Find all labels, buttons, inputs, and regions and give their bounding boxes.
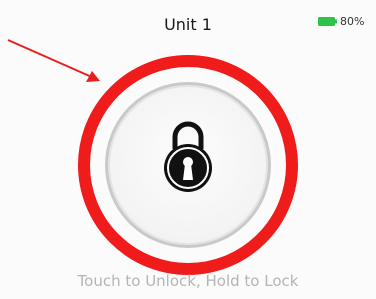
lock-button[interactable] [78, 55, 298, 275]
padlock-icon [164, 121, 212, 192]
lock-hint: Touch to Unlock, Hold to Lock [77, 272, 299, 290]
lock-screen: Unit 1 80% Touch to Unlock, Hold to Lock [0, 0, 376, 299]
